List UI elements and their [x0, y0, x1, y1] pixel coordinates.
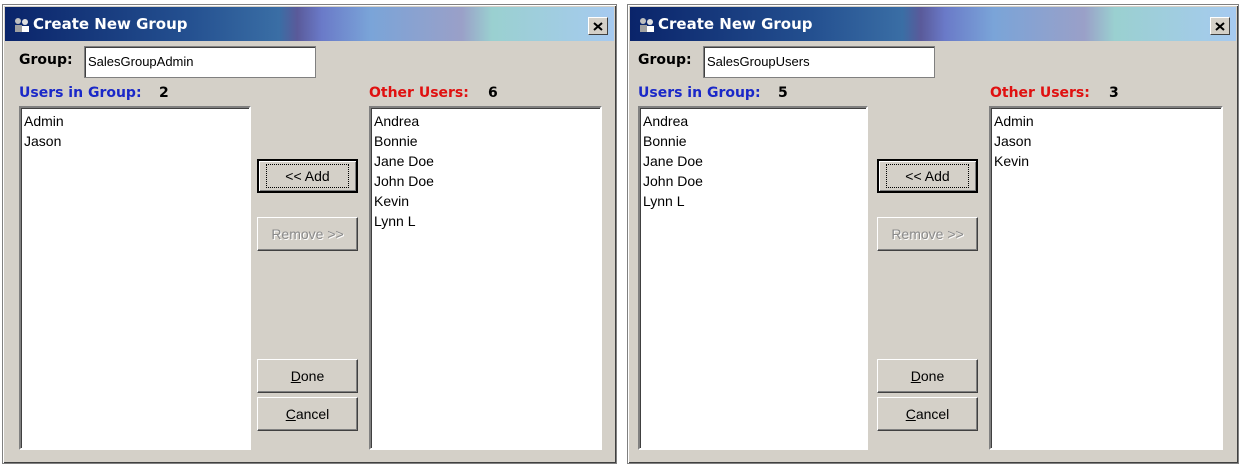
list-item[interactable]: Admin [24, 111, 249, 131]
list-item[interactable]: Admin [994, 111, 1221, 131]
done-button[interactable]: Done [257, 359, 358, 393]
title-bar[interactable]: Create New Group [630, 7, 1236, 41]
remove-button[interactable]: Remove >> [877, 217, 978, 251]
cancel-label: ancel [915, 406, 950, 422]
title-bar[interactable]: Create New Group [5, 7, 614, 41]
cancel-label: ancel [295, 406, 330, 422]
users-in-group-label: Users in Group: [638, 85, 761, 101]
done-label: one [920, 368, 945, 384]
group-name-input[interactable]: SalesGroupUsers [703, 46, 935, 78]
list-item[interactable]: Bonnie [643, 131, 866, 151]
add-button[interactable]: << Add [257, 159, 358, 193]
other-users-list[interactable]: Admin Jason Kevin [989, 106, 1223, 450]
other-users-label: Other Users: [369, 85, 469, 101]
users-group-icon [640, 18, 654, 32]
list-item[interactable]: Andrea [643, 111, 866, 131]
list-item[interactable]: Kevin [994, 151, 1221, 171]
create-group-dialog-2: Create New Group Group: SalesGroupUsers … [627, 4, 1239, 464]
close-button[interactable] [1210, 17, 1230, 35]
create-group-dialog-1: Create New Group Group: SalesGroupAdmin … [2, 4, 617, 464]
users-group-icon [15, 18, 29, 32]
group-label: Group: [19, 52, 73, 68]
other-users-list[interactable]: Andrea Bonnie Jane Doe John Doe Kevin Ly… [369, 106, 602, 450]
add-button-label: << Add [886, 164, 969, 188]
remove-button[interactable]: Remove >> [257, 217, 358, 251]
users-in-group-list[interactable]: Andrea Bonnie Jane Doe John Doe Lynn L [638, 106, 868, 450]
list-item[interactable]: Jane Doe [374, 151, 600, 171]
add-button-label: << Add [266, 164, 349, 188]
list-item[interactable]: Andrea [374, 111, 600, 131]
done-mnemonic: D [290, 368, 301, 384]
list-item[interactable]: Kevin [374, 191, 600, 211]
cancel-button[interactable]: Cancel [257, 397, 358, 431]
done-mnemonic: D [910, 368, 921, 384]
list-item[interactable]: Jason [994, 131, 1221, 151]
add-button[interactable]: << Add [877, 159, 978, 193]
users-in-group-count: 2 [159, 85, 169, 101]
list-item[interactable]: Bonnie [374, 131, 600, 151]
close-icon [593, 21, 603, 31]
group-label: Group: [638, 52, 692, 68]
list-item[interactable]: John Doe [374, 171, 600, 191]
other-users-count: 6 [488, 85, 498, 101]
users-in-group-label: Users in Group: [19, 85, 142, 101]
group-name-input[interactable]: SalesGroupAdmin [84, 46, 316, 78]
cancel-mnemonic: C [905, 406, 916, 422]
window-title: Create New Group [33, 15, 188, 33]
list-item[interactable]: Jason [24, 131, 249, 151]
done-label: one [300, 368, 325, 384]
list-item[interactable]: Lynn L [374, 211, 600, 231]
list-item[interactable]: John Doe [643, 171, 866, 191]
done-button[interactable]: Done [877, 359, 978, 393]
cancel-button[interactable]: Cancel [877, 397, 978, 431]
list-item[interactable]: Jane Doe [643, 151, 866, 171]
close-button[interactable] [588, 17, 608, 35]
list-item[interactable]: Lynn L [643, 191, 866, 211]
cancel-mnemonic: C [285, 406, 296, 422]
window-title: Create New Group [658, 15, 813, 33]
other-users-count: 3 [1109, 85, 1119, 101]
users-in-group-count: 5 [778, 85, 788, 101]
close-icon [1215, 21, 1225, 31]
users-in-group-list[interactable]: Admin Jason [19, 106, 251, 450]
other-users-label: Other Users: [990, 85, 1090, 101]
